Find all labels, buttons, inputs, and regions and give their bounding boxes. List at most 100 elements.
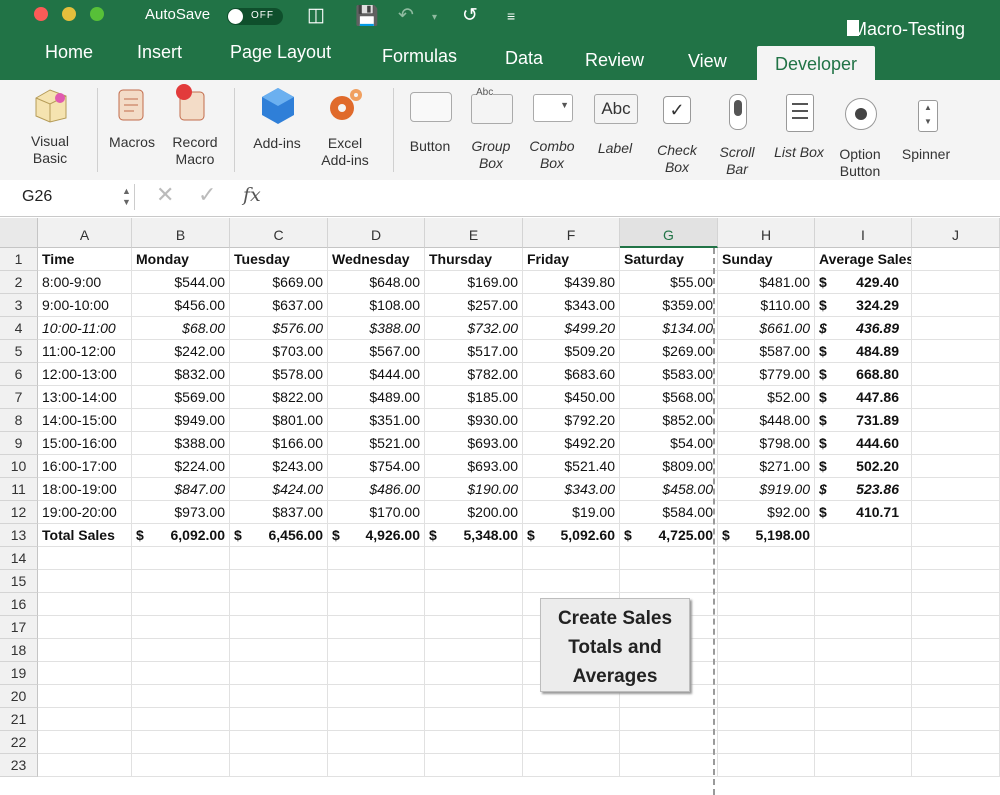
cell-j7[interactable] xyxy=(912,386,1000,409)
row-header-9[interactable]: 9 xyxy=(0,432,38,455)
tab-developer[interactable]: Developer xyxy=(757,46,875,82)
cell-h10[interactable]: $271.00 xyxy=(718,455,815,478)
cell-b2[interactable]: $544.00 xyxy=(132,271,230,294)
cell-g22[interactable] xyxy=(620,731,718,754)
cell-j11[interactable] xyxy=(912,478,1000,501)
cell-c13[interactable]: $6,456.00 xyxy=(230,524,328,547)
cell-g6[interactable]: $583.00 xyxy=(620,363,718,386)
cell-d10[interactable]: $754.00 xyxy=(328,455,425,478)
cell-d8[interactable]: $351.00 xyxy=(328,409,425,432)
cell-e10[interactable]: $693.00 xyxy=(425,455,523,478)
cell-f1[interactable]: Friday xyxy=(523,248,620,271)
cell-j16[interactable] xyxy=(912,593,1000,616)
name-box-stepper-icon[interactable]: ▲ ▼ xyxy=(122,186,131,208)
cell-b14[interactable] xyxy=(132,547,230,570)
cell-g13[interactable]: $4,725.00 xyxy=(620,524,718,547)
row-header-22[interactable]: 22 xyxy=(0,731,38,754)
cell-a7[interactable]: 13:00-14:00 xyxy=(38,386,132,409)
cell-c12[interactable]: $837.00 xyxy=(230,501,328,524)
select-all-corner[interactable] xyxy=(0,218,38,248)
column-header-d[interactable]: D xyxy=(328,218,425,248)
row-header-7[interactable]: 7 xyxy=(0,386,38,409)
cell-a13[interactable]: Total Sales xyxy=(38,524,132,547)
cell-i18[interactable] xyxy=(815,639,912,662)
cell-j15[interactable] xyxy=(912,570,1000,593)
tab-review[interactable]: Review xyxy=(585,50,644,71)
undo-icon[interactable]: ↶ xyxy=(398,4,414,27)
cell-f15[interactable] xyxy=(523,570,620,593)
cell-a6[interactable]: 12:00-13:00 xyxy=(38,363,132,386)
cell-d13[interactable]: $4,926.00 xyxy=(328,524,425,547)
cell-d12[interactable]: $170.00 xyxy=(328,501,425,524)
close-window-button[interactable] xyxy=(34,7,48,21)
cell-i23[interactable] xyxy=(815,754,912,777)
cell-a4[interactable]: 10:00-11:00 xyxy=(38,317,132,340)
cell-d5[interactable]: $567.00 xyxy=(328,340,425,363)
cell-c14[interactable] xyxy=(230,547,328,570)
cell-c3[interactable]: $637.00 xyxy=(230,294,328,317)
cell-a18[interactable] xyxy=(38,639,132,662)
cell-d23[interactable] xyxy=(328,754,425,777)
cell-a11[interactable]: 18:00-19:00 xyxy=(38,478,132,501)
cell-i5[interactable]: $484.89 xyxy=(815,340,912,363)
cell-d11[interactable]: $486.00 xyxy=(328,478,425,501)
row-header-18[interactable]: 18 xyxy=(0,639,38,662)
cell-b17[interactable] xyxy=(132,616,230,639)
cell-h16[interactable] xyxy=(718,593,815,616)
row-header-8[interactable]: 8 xyxy=(0,409,38,432)
cell-j12[interactable] xyxy=(912,501,1000,524)
row-header-23[interactable]: 23 xyxy=(0,754,38,777)
sidebar-toggle-icon[interactable]: ◫ xyxy=(307,4,325,27)
row-header-10[interactable]: 10 xyxy=(0,455,38,478)
column-header-e[interactable]: E xyxy=(425,218,523,248)
cell-h15[interactable] xyxy=(718,570,815,593)
cell-b4[interactable]: $68.00 xyxy=(132,317,230,340)
cell-h2[interactable]: $481.00 xyxy=(718,271,815,294)
cell-d17[interactable] xyxy=(328,616,425,639)
cell-b20[interactable] xyxy=(132,685,230,708)
cell-c7[interactable]: $822.00 xyxy=(230,386,328,409)
cell-a5[interactable]: 11:00-12:00 xyxy=(38,340,132,363)
cell-e6[interactable]: $782.00 xyxy=(425,363,523,386)
cell-h9[interactable]: $798.00 xyxy=(718,432,815,455)
minimize-window-button[interactable] xyxy=(62,7,76,21)
tab-view[interactable]: View xyxy=(688,51,727,72)
cell-h12[interactable]: $92.00 xyxy=(718,501,815,524)
cell-c5[interactable]: $703.00 xyxy=(230,340,328,363)
column-header-h[interactable]: H xyxy=(718,218,815,248)
cell-h8[interactable]: $448.00 xyxy=(718,409,815,432)
cell-c1[interactable]: Tuesday xyxy=(230,248,328,271)
cell-e19[interactable] xyxy=(425,662,523,685)
name-box[interactable]: G26 ▲ ▼ xyxy=(8,184,135,210)
cell-c8[interactable]: $801.00 xyxy=(230,409,328,432)
cell-c15[interactable] xyxy=(230,570,328,593)
autosave-toggle[interactable]: OFF xyxy=(227,8,283,25)
cell-b12[interactable]: $973.00 xyxy=(132,501,230,524)
cell-b8[interactable]: $949.00 xyxy=(132,409,230,432)
enter-icon[interactable]: ✓ xyxy=(198,182,216,208)
cell-c9[interactable]: $166.00 xyxy=(230,432,328,455)
row-header-11[interactable]: 11 xyxy=(0,478,38,501)
cell-h4[interactable]: $661.00 xyxy=(718,317,815,340)
cell-e20[interactable] xyxy=(425,685,523,708)
cell-i20[interactable] xyxy=(815,685,912,708)
cell-g11[interactable]: $458.00 xyxy=(620,478,718,501)
cell-e15[interactable] xyxy=(425,570,523,593)
cell-e23[interactable] xyxy=(425,754,523,777)
tab-data[interactable]: Data xyxy=(505,48,543,69)
cell-h21[interactable] xyxy=(718,708,815,731)
cell-e17[interactable] xyxy=(425,616,523,639)
row-header-12[interactable]: 12 xyxy=(0,501,38,524)
tab-insert[interactable]: Insert xyxy=(137,42,182,63)
cell-c2[interactable]: $669.00 xyxy=(230,271,328,294)
cell-g9[interactable]: $54.00 xyxy=(620,432,718,455)
cell-g2[interactable]: $55.00 xyxy=(620,271,718,294)
cell-b23[interactable] xyxy=(132,754,230,777)
cell-g23[interactable] xyxy=(620,754,718,777)
column-header-a[interactable]: A xyxy=(38,218,132,248)
cell-f2[interactable]: $439.80 xyxy=(523,271,620,294)
cell-a16[interactable] xyxy=(38,593,132,616)
row-header-16[interactable]: 16 xyxy=(0,593,38,616)
cell-i16[interactable] xyxy=(815,593,912,616)
cell-c20[interactable] xyxy=(230,685,328,708)
